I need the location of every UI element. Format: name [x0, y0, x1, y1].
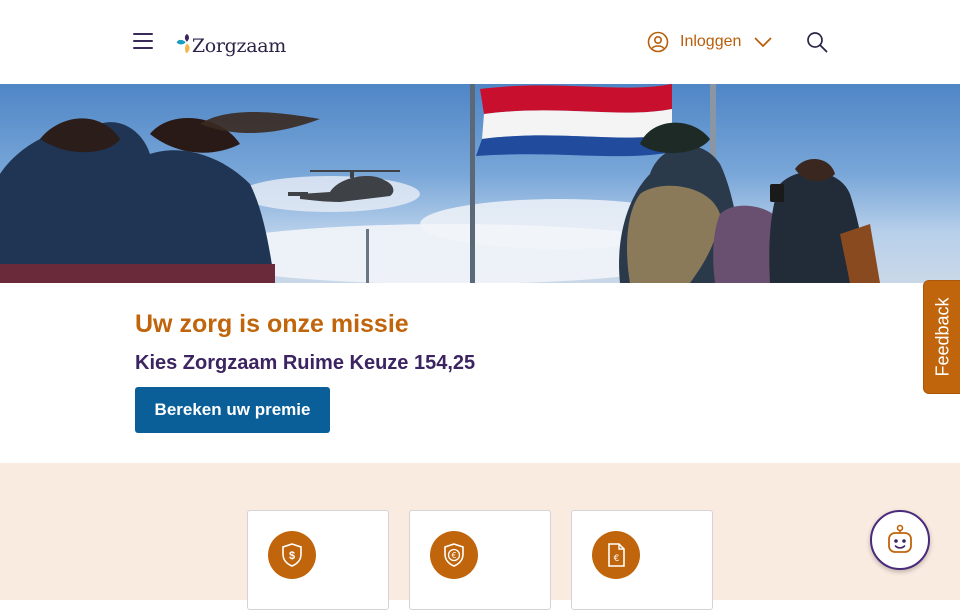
- login-label: Inloggen: [680, 33, 742, 50]
- svg-text:€: €: [614, 554, 620, 564]
- card-shield-euro[interactable]: €: [409, 510, 551, 610]
- shield-euro-icon: €: [444, 543, 464, 567]
- user-icon: [647, 31, 669, 53]
- svg-text:€: €: [451, 551, 456, 560]
- card-document-euro[interactable]: €: [571, 510, 713, 610]
- intro-section: Uw zorg is onze missie Kies Zorgzaam Rui…: [0, 283, 960, 463]
- chatbot-button[interactable]: [870, 510, 930, 570]
- hero-image: [0, 84, 960, 283]
- chatbot-icon: [888, 524, 912, 553]
- card-icon-circle: $: [268, 531, 316, 579]
- logo-text: Zorgzaam: [191, 35, 286, 57]
- cards-section: $ € €: [0, 463, 960, 610]
- shield-dollar-icon: $: [282, 543, 302, 567]
- page-subtitle: Kies Zorgzaam Ruime Keuze 154,25: [135, 352, 476, 374]
- card-icon-circle: €: [430, 531, 478, 579]
- feedback-tab[interactable]: Feedback: [923, 280, 960, 394]
- page-title: Uw zorg is onze missie: [135, 310, 409, 338]
- chevron-down-icon: [754, 37, 772, 48]
- document-euro-icon: €: [608, 543, 625, 567]
- logo[interactable]: Zorgzaam: [176, 24, 286, 62]
- svg-text:$: $: [289, 550, 295, 562]
- hero-illustration: [0, 84, 880, 283]
- calculate-premium-button[interactable]: Bereken uw premie: [135, 387, 330, 433]
- menu-icon[interactable]: [133, 33, 153, 49]
- card-shield-dollar[interactable]: $: [247, 510, 389, 610]
- feedback-label: Feedback: [932, 297, 953, 377]
- search-icon[interactable]: [806, 31, 828, 53]
- site-header: Zorgzaam Inloggen: [0, 0, 960, 84]
- login-button[interactable]: Inloggen: [647, 30, 773, 54]
- card-icon-circle: €: [592, 531, 640, 579]
